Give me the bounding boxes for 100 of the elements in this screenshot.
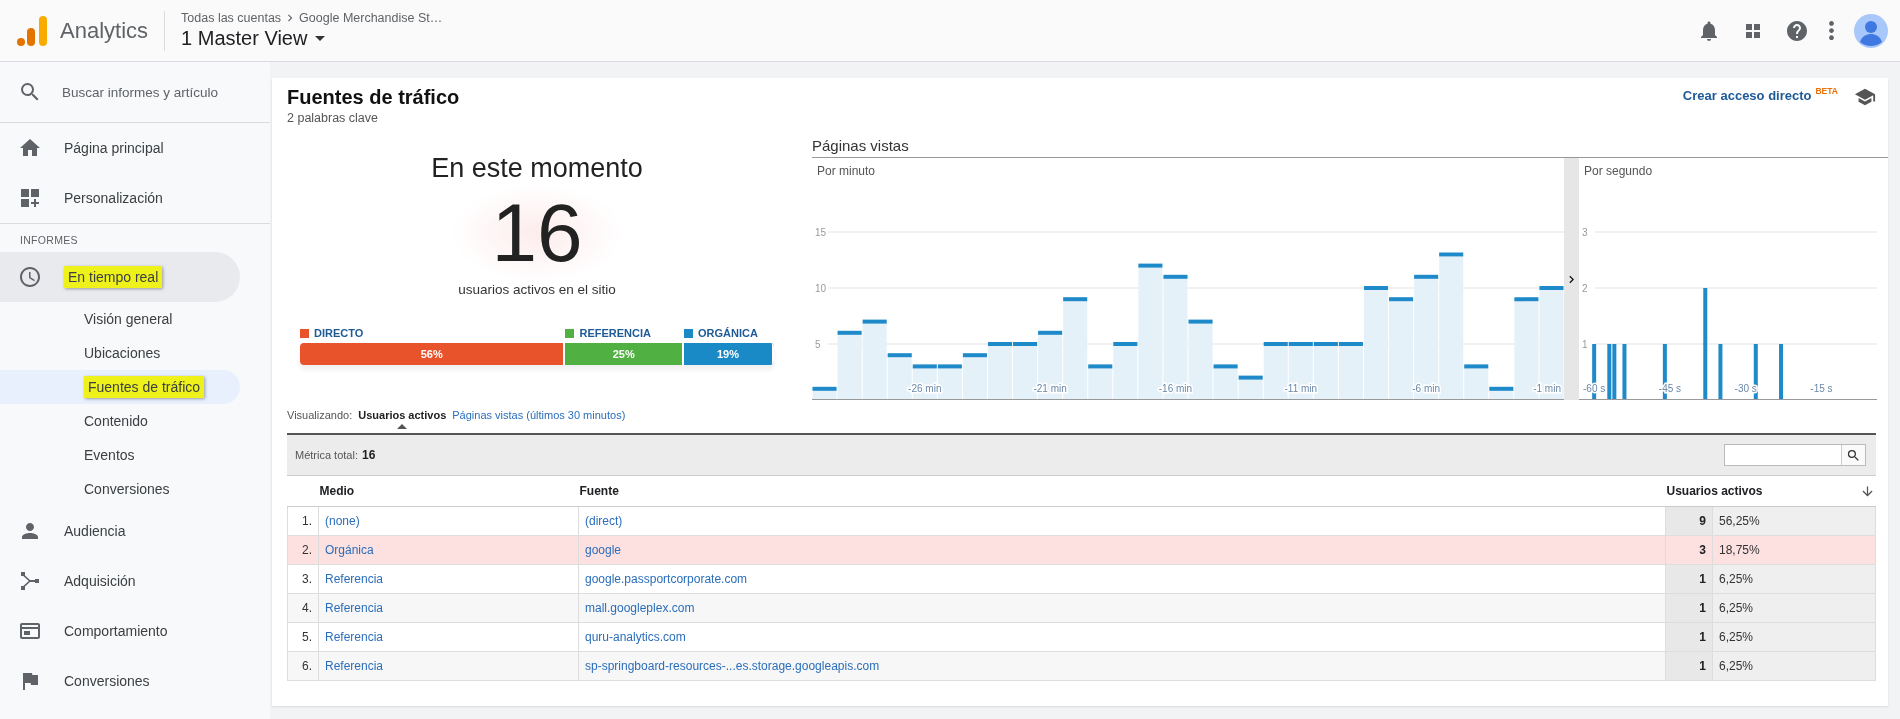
column-header[interactable]: Usuarios activos — [1665, 476, 1876, 507]
table-cell: 6,25% — [1712, 593, 1876, 623]
breadcrumb-item[interactable]: Google Merchandise St… — [299, 11, 443, 25]
x-tick-label: -16 min — [1158, 383, 1193, 394]
bar — [1622, 344, 1627, 400]
nav-item[interactable]: En tiempo real — [0, 252, 240, 302]
now-heading: En este momento — [431, 153, 643, 184]
nav-item[interactable]: Personalización — [0, 173, 240, 223]
branch-icon — [18, 569, 42, 593]
view-tab[interactable]: Páginas vistas (últimos 30 minutos) — [452, 409, 626, 429]
column-header[interactable]: Medio — [318, 476, 579, 507]
medium-link[interactable]: Orgánica — [325, 543, 374, 557]
bar-chart-logo — [14, 13, 48, 48]
row-number: 6. — [287, 651, 319, 681]
y-tick-label: 10 — [815, 282, 827, 294]
shortcut-link[interactable]: Crear acceso directo — [1682, 88, 1812, 103]
search-button[interactable] — [1841, 445, 1865, 465]
bar — [910, 364, 939, 400]
nav-item[interactable]: Página principal — [0, 123, 240, 173]
more-icon — [1829, 21, 1834, 40]
clock-icon — [18, 265, 42, 289]
chart-label: Por minuto — [817, 164, 876, 178]
nav-item[interactable]: Comportamiento — [0, 606, 240, 656]
bar — [1718, 344, 1723, 400]
product-name: Analytics — [60, 10, 166, 51]
source-link[interactable]: quru-analytics.com — [585, 630, 686, 644]
row-number: 4. — [287, 593, 319, 623]
source-link[interactable]: google — [585, 543, 622, 557]
metric-label: Métrica total: — [295, 449, 358, 461]
legend-label: REFERENCIA — [579, 327, 651, 339]
x-tick-label: -1 min — [1533, 383, 1561, 394]
source-link[interactable]: google.passportcorporate.com — [585, 572, 748, 586]
nav-subitem[interactable]: Ubicaciones — [0, 336, 240, 370]
x-tick-label: -6 min — [1412, 383, 1441, 394]
table-cell: 18,75% — [1712, 535, 1876, 565]
y-tick-label: 15 — [815, 226, 827, 238]
nav-item[interactable]: Adquisición — [0, 556, 240, 606]
row-number: 1. — [287, 506, 319, 536]
row-number: 3. — [287, 564, 319, 594]
view-tab[interactable]: Usuarios activos — [358, 409, 447, 429]
nav-item[interactable]: Audiencia — [0, 506, 240, 556]
legend-label: DIRECTO — [314, 327, 364, 339]
table-cell: 6,25% — [1712, 651, 1876, 681]
source-link[interactable]: mall.googleplex.com — [585, 601, 695, 615]
bar — [1753, 344, 1758, 400]
table-cell: 6,25% — [1712, 622, 1876, 652]
table-search-field[interactable] — [1724, 444, 1866, 466]
bar — [1286, 342, 1315, 400]
y-tick-label: 5 — [815, 338, 821, 350]
source-link[interactable]: sp-springboard-resources-...es.storage.googleapis.com — [585, 659, 880, 673]
bar — [1779, 344, 1784, 400]
source-link[interactable]: (direct) — [585, 514, 623, 528]
graduation-cap-icon — [1854, 86, 1876, 108]
chart-label: Por segundo — [1584, 164, 1653, 178]
help-icon — [1785, 18, 1809, 43]
table-cell: 6,25% — [1712, 564, 1876, 594]
caret-icon — [315, 36, 326, 41]
x-tick-label: -21 min — [1033, 383, 1067, 394]
nav-item[interactable]: Conversiones — [0, 656, 240, 706]
report-title: Fuentes de tráfico — [287, 86, 460, 109]
table-cell: 56,25% — [1712, 506, 1876, 536]
report-subtitle: 2 palabras clave — [287, 111, 380, 125]
metric-value: 16 — [361, 448, 376, 462]
medium-link[interactable]: Referencia — [325, 630, 384, 644]
more-button[interactable] — [1829, 21, 1834, 40]
x-tick-label: -15 s — [1810, 383, 1833, 394]
y-tick-label: 3 — [1582, 226, 1588, 238]
nav-subitem[interactable]: Visión general — [0, 302, 240, 336]
search-icon — [1846, 447, 1861, 463]
bar — [985, 342, 1015, 400]
medium-link[interactable]: Referencia — [325, 572, 384, 586]
avatar-icon[interactable] — [1854, 13, 1888, 48]
share-segment: 19% — [683, 343, 774, 365]
x-tick-label: -30 s — [1734, 383, 1757, 394]
medium-link[interactable]: Referencia — [325, 659, 384, 673]
row-number: 2. — [287, 535, 319, 565]
row-number: 5. — [287, 622, 319, 652]
dashboard-plus-icon — [18, 186, 42, 210]
view-label: Visualizando: — [287, 409, 353, 421]
nav-subitem[interactable]: Contenido — [0, 404, 240, 438]
share-segment: 56% — [300, 343, 566, 365]
medium-link[interactable]: (none) — [325, 514, 360, 528]
column-header[interactable]: Fuente — [578, 476, 1666, 507]
x-tick-label: -11 min — [1284, 383, 1318, 394]
share-segment: 25% — [565, 343, 684, 365]
nav-subitem[interactable]: Eventos — [0, 438, 240, 472]
count-caption: usuarios activos en el sitio — [458, 282, 616, 297]
y-tick-label: 2 — [1582, 282, 1588, 294]
nav-subitem[interactable]: Fuentes de tráfico — [0, 370, 240, 404]
bar — [960, 353, 989, 400]
y-tick-label: 1 — [1582, 338, 1588, 350]
x-tick-label: -26 min — [908, 383, 942, 394]
chart-title: Páginas vistas — [812, 137, 1888, 158]
view-selector[interactable]: 1 Master View — [181, 27, 443, 50]
legend-label: ORGÁNICA — [697, 327, 758, 339]
medium-link[interactable]: Referencia — [325, 601, 384, 615]
help-button[interactable] — [1785, 18, 1809, 43]
beta-label: BETA — [1815, 86, 1838, 96]
breadcrumb-item[interactable]: Todas las cuentas — [181, 11, 282, 25]
nav-subitem[interactable]: Conversiones — [0, 472, 240, 506]
